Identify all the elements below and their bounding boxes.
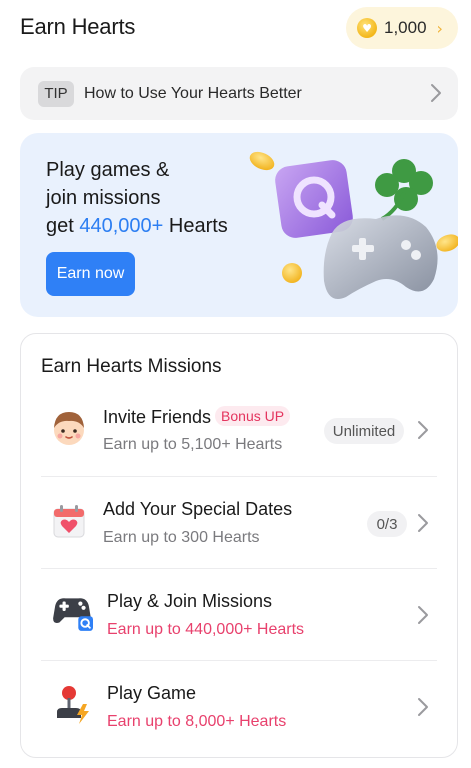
header: Earn Hearts ♥ 1,000 ›: [0, 0, 471, 60]
banner-headline-line3: get 440,000+ Hearts: [46, 215, 228, 238]
clover-icon: [375, 159, 433, 221]
mission-subtitle: Earn up to 8,000+ Hearts: [107, 713, 287, 730]
banner-hearts-amount: 440,000+: [79, 215, 164, 237]
chevron-right-icon: [418, 606, 428, 624]
banner-line3-suffix: Hearts: [163, 215, 228, 237]
mission-title: Add Your Special Dates: [103, 499, 293, 519]
mission-title-text: Invite Friends: [103, 407, 212, 427]
mission-subtitle: Earn up to 300 Hearts: [103, 529, 260, 546]
chevron-right-icon: [418, 698, 428, 716]
friend-face-icon: [54, 412, 84, 445]
mission-title: Play Game: [107, 683, 197, 703]
chevron-right-icon: [418, 421, 428, 439]
gamepad-art-icon: [323, 215, 438, 299]
tip-text: How to Use Your Hearts Better: [84, 84, 302, 102]
banner-headline-line1: Play games &: [46, 159, 170, 181]
mission-status-badge: 0/3: [367, 511, 407, 537]
chevron-right-icon: [431, 84, 441, 102]
promo-artwork: [249, 151, 458, 299]
heart-coin-icon: ♥: [357, 18, 377, 38]
mission-title: Invite Friends Bonus UP: [103, 406, 291, 428]
chevron-right-icon: [418, 514, 428, 532]
mission-special-dates[interactable]: Add Your Special Dates Earn up to 300 He…: [41, 476, 437, 568]
promo-banner: Play games & join missions get 440,000+ …: [20, 133, 458, 317]
mission-status-badge: Unlimited: [324, 418, 404, 444]
missions-title: Earn Hearts Missions: [41, 356, 222, 377]
heart-balance-value: 1,000: [384, 18, 427, 37]
heart-balance-button[interactable]: ♥ 1,000 ›: [346, 7, 458, 49]
banner-headline-line2: join missions: [46, 187, 161, 209]
chevron-right-icon: ›: [436, 18, 443, 38]
mission-play-join[interactable]: Play & Join Missions Earn up to 440,000+…: [41, 568, 437, 660]
page-title: Earn Hearts: [20, 14, 136, 39]
banner-line3-prefix: get: [46, 215, 80, 237]
tip-badge: TIP: [38, 80, 74, 107]
gamepad-icon: [53, 598, 93, 631]
mission-subtitle: Earn up to 5,100+ Hearts: [103, 436, 283, 453]
missions-card: Earn Hearts Missions Invite Friends Bonus…: [20, 333, 458, 758]
bonus-up-badge: Bonus UP: [215, 406, 291, 426]
joystick-icon: [57, 686, 89, 724]
calendar-heart-icon: [53, 505, 85, 538]
tip-banner[interactable]: TIP How to Use Your Hearts Better: [20, 67, 458, 120]
earn-now-button[interactable]: Earn now: [46, 252, 135, 296]
mission-subtitle: Earn up to 440,000+ Hearts: [107, 621, 305, 638]
mission-invite-friends[interactable]: Invite Friends Bonus UP Earn up to 5,100+…: [41, 384, 437, 476]
coin-icon: [249, 151, 275, 171]
mission-title: Play & Join Missions: [107, 591, 273, 611]
mission-play-game[interactable]: Play Game Earn up to 8,000+ Hearts: [41, 660, 437, 752]
